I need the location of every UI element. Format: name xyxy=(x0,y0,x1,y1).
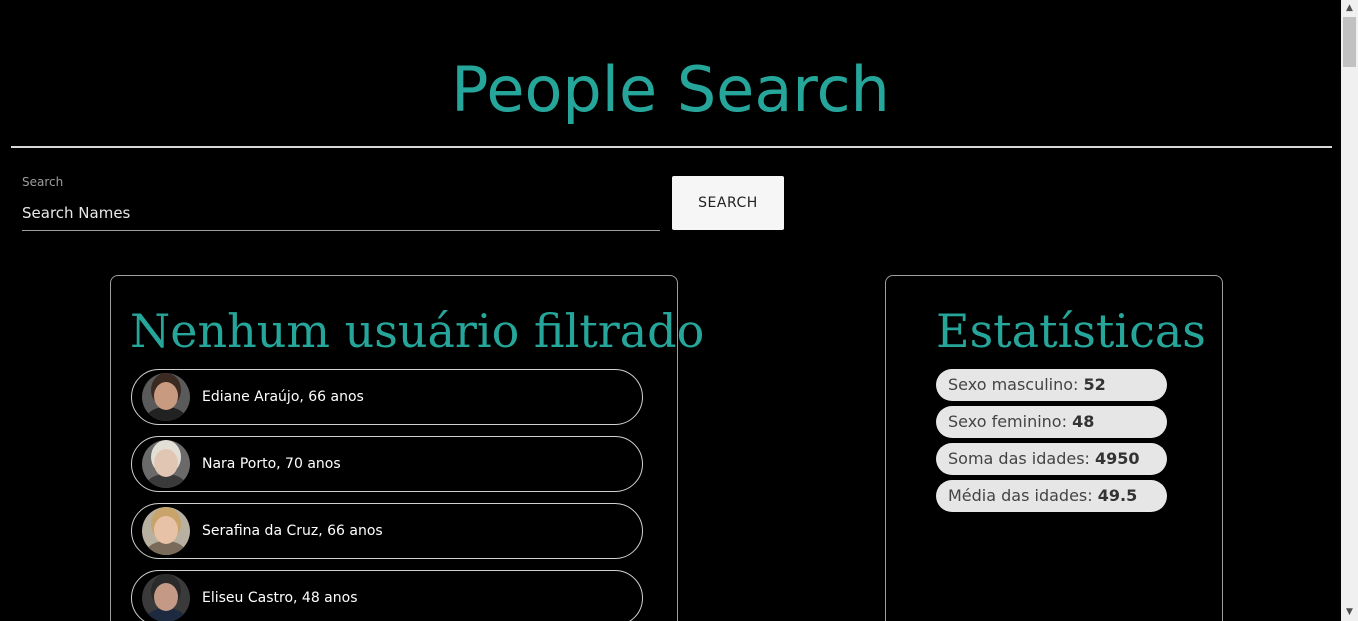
stat-age-sum: Soma das idades: 4950 xyxy=(936,443,1167,475)
list-item[interactable]: Nara Porto, 70 anos xyxy=(131,436,643,492)
stat-male-count: Sexo masculino: 52 xyxy=(936,369,1167,401)
avatar xyxy=(142,373,190,421)
page-title: People Search xyxy=(451,53,890,126)
stats-panel-title: Estatísticas xyxy=(936,304,1206,358)
search-input[interactable] xyxy=(22,196,660,231)
stat-value: 49.5 xyxy=(1097,486,1138,505)
stats-panel: Estatísticas Sexo masculino: 52 Sexo fem… xyxy=(885,275,1223,621)
avatar xyxy=(142,507,190,555)
user-list: Ediane Araújo, 66 anos Nara Porto, 70 an… xyxy=(131,369,643,621)
stat-label: Soma das idades: xyxy=(948,449,1090,468)
user-name-age: Nara Porto, 70 anos xyxy=(202,456,341,472)
user-name-age: Serafina da Cruz, 66 anos xyxy=(202,523,383,539)
scroll-down-arrow-icon[interactable]: ▼ xyxy=(1341,604,1358,621)
user-name-age: Eliseu Castro, 48 anos xyxy=(202,590,358,606)
list-item[interactable]: Serafina da Cruz, 66 anos xyxy=(131,503,643,559)
search-button[interactable]: Search xyxy=(672,176,784,230)
stat-value: 4950 xyxy=(1095,449,1140,468)
stat-value: 52 xyxy=(1083,375,1106,394)
avatar xyxy=(142,440,190,488)
stat-label: Sexo masculino: xyxy=(948,375,1079,394)
stat-age-average: Média das idades: 49.5 xyxy=(936,480,1167,512)
stat-female-count: Sexo feminino: 48 xyxy=(936,406,1167,438)
list-item[interactable]: Ediane Araújo, 66 anos xyxy=(131,369,643,425)
search-label: Search xyxy=(22,175,64,189)
users-panel: Nenhum usuário filtrado Ediane Araújo, 6… xyxy=(110,275,704,621)
scroll-up-arrow-icon[interactable]: ▲ xyxy=(1341,0,1358,17)
user-name-age: Ediane Araújo, 66 anos xyxy=(202,389,364,405)
stat-label: Média das idades: xyxy=(948,486,1093,505)
vertical-scrollbar[interactable]: ▲ ▼ xyxy=(1341,0,1358,621)
header-divider xyxy=(11,146,1332,148)
list-item[interactable]: Eliseu Castro, 48 anos xyxy=(131,570,643,621)
users-panel-title: Nenhum usuário filtrado xyxy=(130,304,705,358)
stat-list: Sexo masculino: 52 Sexo feminino: 48 Som… xyxy=(936,369,1167,517)
stat-value: 48 xyxy=(1072,412,1095,431)
avatar xyxy=(142,574,190,621)
scroll-thumb[interactable] xyxy=(1343,17,1356,67)
stat-label: Sexo feminino: xyxy=(948,412,1067,431)
page: People Search Search Search Nenhum usuár… xyxy=(0,0,1341,621)
